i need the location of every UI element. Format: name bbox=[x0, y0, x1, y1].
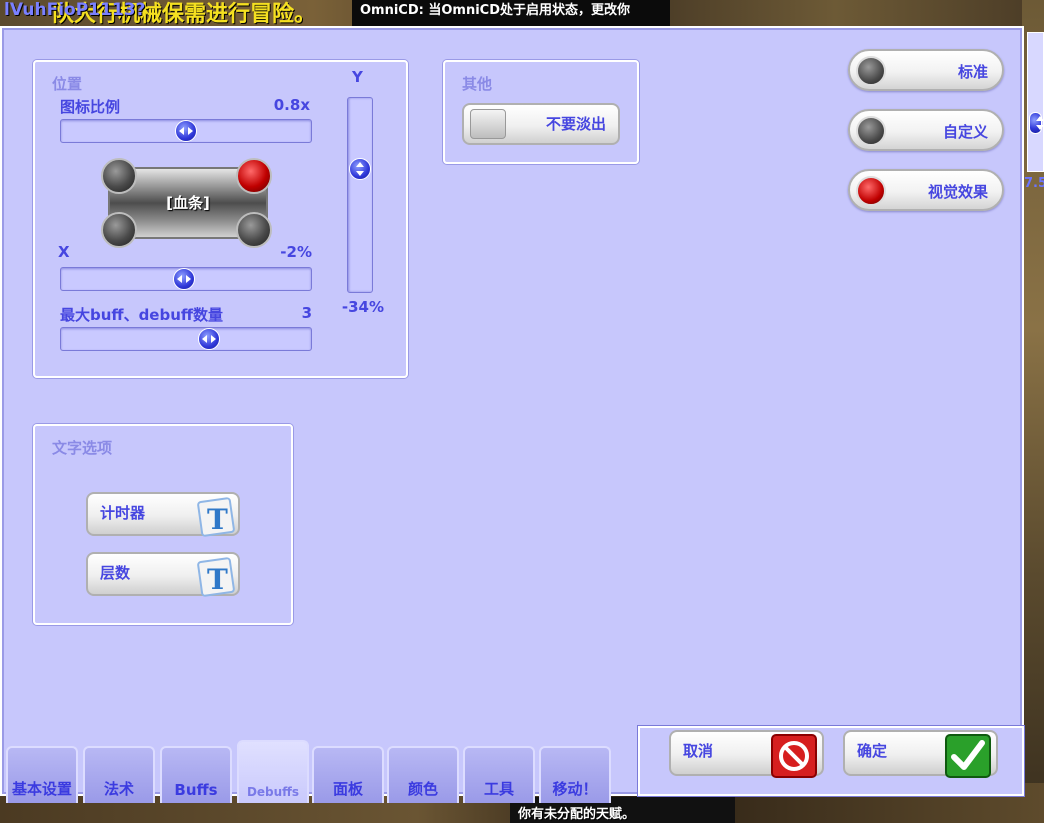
svg-text:T: T bbox=[207, 503, 228, 536]
tab-label: 颜色 bbox=[407, 780, 438, 798]
preset-visual-icon bbox=[856, 176, 886, 206]
game-banner-overlay: lVuhFioP1113? bbox=[4, 0, 146, 20]
checkmark-icon bbox=[945, 734, 991, 778]
max-buffs-label: 最大buff、debuff数量 bbox=[60, 306, 224, 324]
timer-text-button[interactable]: 计时器 T bbox=[86, 492, 240, 537]
icon-scale-value: 0.8x bbox=[273, 96, 310, 114]
tab-panel[interactable]: 面板 bbox=[312, 746, 384, 803]
tab-general[interactable]: 基本设置 bbox=[6, 746, 78, 803]
panel-scrollbar[interactable] bbox=[1027, 32, 1044, 172]
no-fade-toggle[interactable]: 不要淡出 bbox=[462, 103, 620, 145]
cancel-label: 取消 bbox=[683, 742, 714, 760]
timer-text-label: 计时器 bbox=[100, 504, 146, 522]
other-group-title: 其他 bbox=[462, 75, 493, 93]
tab-colors[interactable]: 颜色 bbox=[387, 746, 459, 803]
cancel-icon bbox=[771, 734, 817, 778]
position-group-title: 位置 bbox=[52, 75, 83, 93]
tab-debuffs[interactable]: Debuffs bbox=[237, 740, 309, 803]
confirm-label: 确定 bbox=[857, 742, 888, 760]
anchor-bottom-left-icon[interactable] bbox=[101, 212, 137, 248]
text-style-icon: T bbox=[197, 497, 235, 537]
tab-move[interactable]: 移动！ bbox=[539, 746, 611, 803]
tab-tools[interactable]: 工具 bbox=[463, 746, 535, 803]
talent-notice: 你有未分配的天赋。 bbox=[518, 807, 636, 822]
icon-scale-slider[interactable] bbox=[60, 119, 312, 143]
preset-custom-label: 自定义 bbox=[942, 123, 988, 141]
x-offset-label: X bbox=[58, 243, 70, 261]
max-buffs-slider[interactable] bbox=[60, 327, 312, 351]
healthbar-preview-label: [血条] bbox=[166, 194, 210, 212]
stacks-text-label: 层数 bbox=[100, 564, 131, 582]
y-offset-value: -34% bbox=[341, 298, 384, 316]
tab-label: 工具 bbox=[483, 780, 514, 798]
x-offset-slider-knob[interactable] bbox=[173, 268, 195, 290]
preset-standard-label: 标准 bbox=[957, 63, 988, 81]
svg-text:T: T bbox=[207, 563, 228, 596]
text-style-icon: T bbox=[197, 557, 235, 597]
icon-scale-label: 图标比例 bbox=[60, 98, 121, 116]
x-offset-slider[interactable] bbox=[60, 267, 312, 291]
no-fade-label: 不要淡出 bbox=[545, 115, 606, 133]
y-offset-label: Y bbox=[352, 68, 363, 86]
preset-visual-button[interactable]: 视觉效果 bbox=[848, 169, 1004, 211]
stacks-text-button[interactable]: 层数 T bbox=[86, 552, 240, 597]
preset-visual-label: 视觉效果 bbox=[927, 183, 988, 201]
tab-label: 基本设置 bbox=[11, 780, 72, 798]
preset-custom-icon bbox=[856, 116, 886, 146]
omnicd-notice: OmniCD: 当OmniCD处于启用状态，更改你 bbox=[352, 0, 670, 28]
anchor-top-right-icon[interactable] bbox=[236, 158, 272, 194]
tab-label: Debuffs bbox=[246, 785, 300, 799]
max-buffs-slider-knob[interactable] bbox=[198, 328, 220, 350]
text-options-title: 文字选项 bbox=[52, 439, 113, 457]
right-edge-value: 7.5 bbox=[1024, 176, 1044, 191]
preset-custom-button[interactable]: 自定义 bbox=[848, 109, 1004, 151]
y-offset-slider[interactable] bbox=[347, 97, 373, 293]
tab-label: 面板 bbox=[332, 780, 363, 798]
max-buffs-value: 3 bbox=[301, 304, 312, 322]
cancel-button[interactable]: 取消 bbox=[669, 730, 824, 778]
confirm-button[interactable]: 确定 bbox=[843, 730, 998, 778]
icon-scale-slider-knob[interactable] bbox=[175, 120, 197, 142]
tab-label: Buffs bbox=[174, 781, 218, 799]
tab-buffs[interactable]: Buffs bbox=[160, 746, 232, 803]
scroll-thumb[interactable] bbox=[1029, 112, 1044, 134]
x-offset-value: -2% bbox=[280, 243, 312, 261]
tab-spells[interactable]: 法术 bbox=[83, 746, 155, 803]
y-offset-slider-knob[interactable] bbox=[349, 158, 371, 180]
tab-label: 法术 bbox=[103, 780, 134, 798]
no-fade-checkbox[interactable] bbox=[470, 109, 506, 139]
preset-standard-button[interactable]: 标准 bbox=[848, 49, 1004, 91]
tab-label: 移动！ bbox=[552, 780, 598, 798]
preset-standard-icon bbox=[856, 56, 886, 86]
anchor-top-left-icon[interactable] bbox=[101, 158, 137, 194]
